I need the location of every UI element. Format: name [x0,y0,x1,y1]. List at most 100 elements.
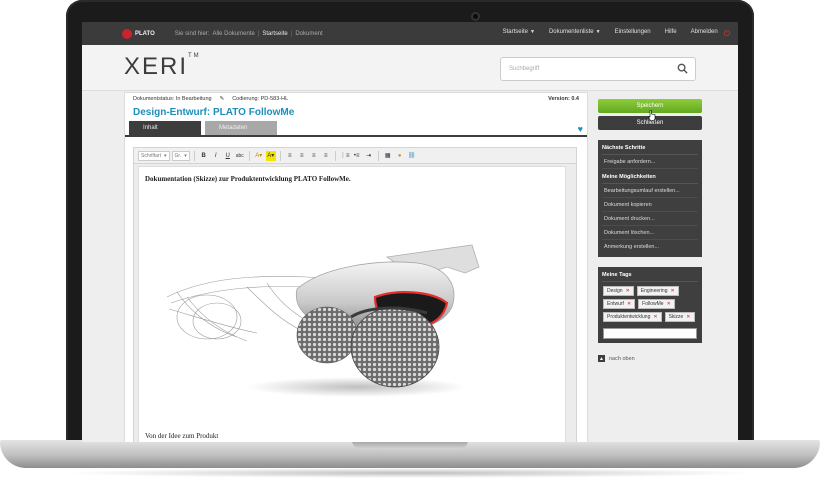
toolbar-divider [377,150,379,161]
plato-logo-text: PLATO [135,30,155,37]
font-size-value: Gr. [174,152,182,159]
document-title: Design-Entwurf: PLATO FollowMe [133,107,295,118]
breadcrumb-document: Dokument [295,30,323,37]
link-icon[interactable]: ⛓ [407,151,417,161]
request-approval-link[interactable]: Freigabe anfordern... [602,155,698,169]
tag-label: Design [607,288,623,294]
tag-label: Entwurf [607,301,624,307]
breadcrumb-separator: | [257,30,260,37]
numbered-list-icon[interactable]: ⋮≡ [340,151,350,161]
font-family-value: Schriftart [141,152,162,159]
nav-settings[interactable]: Einstellungen [615,29,651,39]
chevron-down-icon: ▼ [529,28,535,35]
tag[interactable]: FollowMe ✕ [638,299,675,309]
align-left-icon[interactable]: ≡ [285,151,295,161]
nav-document-list-label: Dokumentenliste [548,28,594,35]
tag-label: Skizze [668,314,684,320]
create-workflow-link[interactable]: Bearbeitungsumlauf erstellen... [602,184,698,198]
tag[interactable]: Entwurf ✕ [603,299,636,309]
remove-tag-icon[interactable]: ✕ [667,301,671,307]
tag-label: Produktentwicklung [607,314,651,320]
tags-title: Meine Tags [602,270,698,282]
tag[interactable]: Skizze ✕ [664,312,695,322]
print-document-link[interactable]: Dokument drucken... [602,212,698,226]
tab-bar: Inhalt Metadaten ♥ [125,121,587,137]
document-heading: Dokumentation (Skizze) zur Produktentwic… [145,175,351,183]
xeri-logo[interactable]: XERITM [124,53,201,81]
search-placeholder: Suchbegriff [509,66,540,72]
tag[interactable]: Design ✕ [603,286,634,296]
remove-tag-icon[interactable]: ✕ [686,314,690,320]
back-to-top-link[interactable]: ▲ nach oben [598,355,702,362]
align-center-icon[interactable]: ≡ [297,151,307,161]
document-info: Dokumentstatus: In Bearbeitung ✎ Codieru… [125,93,587,105]
edit-icon[interactable]: ✎ [220,96,225,102]
tag[interactable]: Engineering ✕ [636,286,679,296]
indent-icon[interactable]: ⇥ [364,151,374,161]
options-title: Meine Möglichkeiten [602,169,698,184]
plato-logo-icon [122,28,132,39]
tag[interactable]: Produktentwicklung ✕ [603,312,662,322]
top-nav: Startseite ▼ Dokumentenliste ▼ Einstellung… [503,29,730,39]
nav-document-list[interactable]: Dokumentenliste ▼ [549,29,601,39]
document-version: Version: 0.4 [548,96,579,102]
tab-content[interactable]: Inhalt [129,121,201,135]
toolbar-divider [193,150,195,161]
underline-icon[interactable]: U [223,151,233,161]
next-steps-title: Nächste Schritte [602,143,698,155]
search-input[interactable]: Suchbegriff [500,57,696,81]
product-sketch-image [166,244,480,397]
toolbar-divider [334,150,336,161]
chevron-down-icon: ▾ [184,152,187,159]
laptop-shadow [60,468,760,478]
remove-tag-icon[interactable]: ✕ [670,288,674,294]
breadcrumb-all-documents[interactable]: Alle Dokumente [212,31,254,37]
toolbar-divider [279,150,281,161]
align-justify-icon[interactable]: ≡ [321,151,331,161]
top-bar: PLATO Sie sind hier: Alle Dokumente | St… [82,22,738,45]
strikethrough-icon[interactable]: abc [235,151,245,161]
remove-tag-icon[interactable]: ✕ [653,314,657,320]
create-note-link[interactable]: Anmerkung erstellen... [602,240,698,253]
arrow-up-icon: ▲ [598,355,605,362]
tab-metadata[interactable]: Metadaten [205,121,277,135]
tag-label: Engineering [640,288,668,294]
search-icon[interactable] [677,63,688,74]
tag-input[interactable] [603,328,697,339]
document-panel: Dokumentstatus: In Bearbeitung ✎ Codieru… [124,92,588,442]
breadcrumb-home[interactable]: Startseite [262,31,287,37]
image-icon[interactable]: ● [395,151,405,161]
breadcrumb-separator: | [290,30,293,37]
nav-home-label: Startseite [502,28,528,35]
power-icon[interactable]: ⏻ [724,29,730,39]
copy-document-link[interactable]: Dokument kopieren [602,198,698,212]
back-to-top-label: nach oben [609,355,635,362]
font-family-select[interactable]: Schriftart ▾ [138,150,170,161]
nav-logout[interactable]: Abmelden [691,29,718,39]
nav-help[interactable]: Hilfe [665,29,677,39]
document-code: Codierung: PD-583-HL [232,96,289,102]
tags-panel: Meine Tags Design ✕ Engineering ✕ Entwurf ✕… [598,267,702,343]
table-icon[interactable]: ▦ [383,151,393,161]
remove-tag-icon[interactable]: ✕ [627,301,631,307]
breadcrumb-prefix: Sie sind hier: [174,30,210,37]
align-right-icon[interactable]: ≡ [309,151,319,161]
bold-icon[interactable]: B [199,151,209,161]
bullet-list-icon[interactable]: •≡ [352,151,362,161]
font-size-select[interactable]: Gr. ▾ [171,150,190,161]
editor-toolbar: Schriftart ▾ Gr. ▾ B I U abc A▾ A▾ ≡ ≡ ≡ ≡… [134,148,576,164]
chevron-down-icon: ▼ [595,28,601,35]
text-color-icon[interactable]: A▾ [254,151,264,161]
remove-tag-icon[interactable]: ✕ [626,288,630,294]
close-button[interactable]: Schließen [598,110,702,130]
next-steps-panel: Nächste Schritte Freigabe anfordern... M… [598,140,702,257]
highlight-color-icon[interactable]: A▾ [265,150,276,161]
app-screen: PLATO Sie sind hier: Alle Dokumente | St… [82,22,738,442]
plato-logo[interactable]: PLATO [122,28,155,39]
toolbar-divider [248,150,250,161]
italic-icon[interactable]: I [211,151,221,161]
heart-icon[interactable]: ♥ [578,124,583,134]
document-page[interactable]: Dokumentation (Skizze) zur Produktentwic… [138,166,566,442]
delete-document-link[interactable]: Dokument löschen... [602,226,698,240]
nav-home[interactable]: Startseite ▼ [503,29,535,39]
